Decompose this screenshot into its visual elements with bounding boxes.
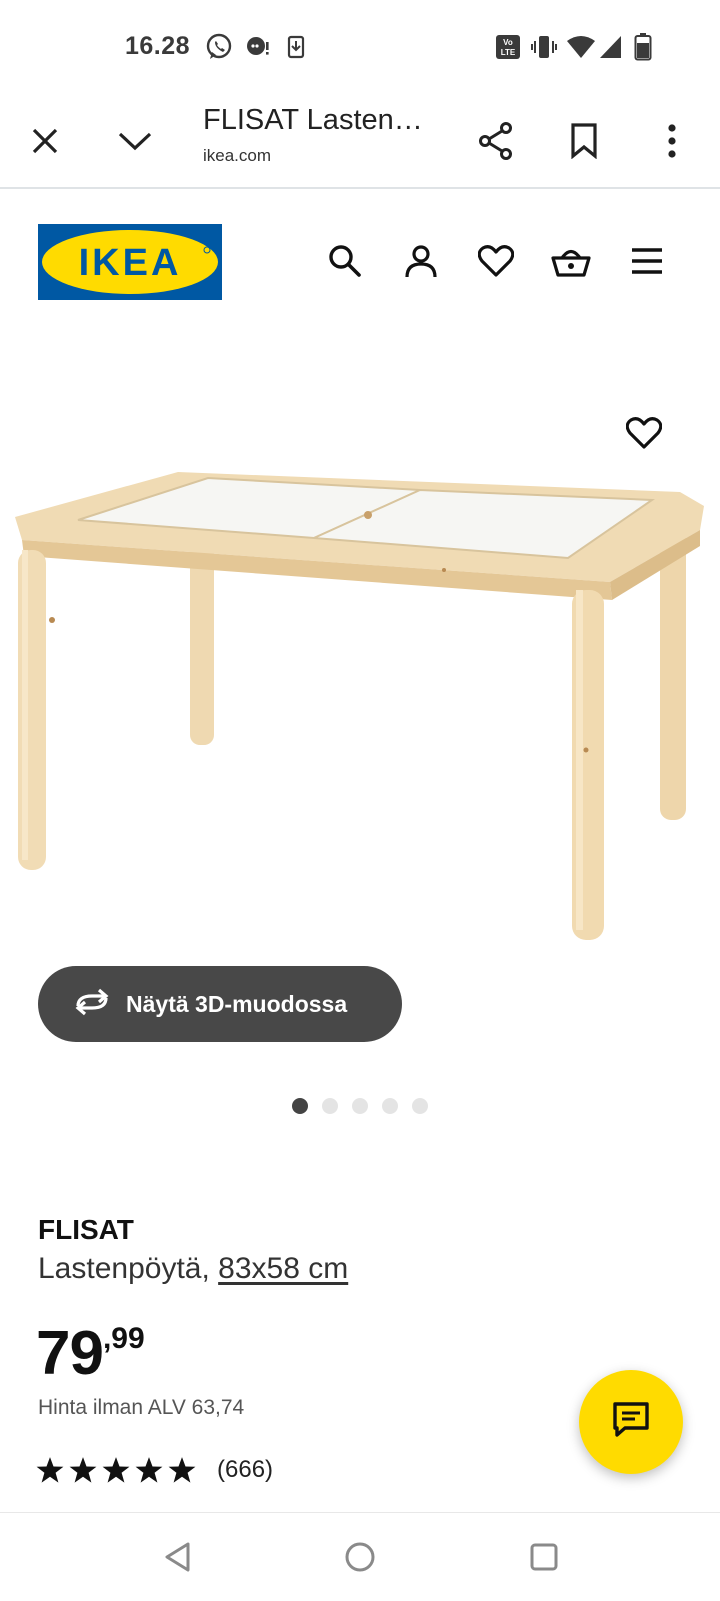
browser-toolbar: FLISAT Lasten… ikea.com (0, 94, 720, 189)
carousel-dots (0, 1098, 720, 1118)
carousel-dot[interactable] (322, 1098, 338, 1114)
product-name: FLISAT (38, 1214, 134, 1245)
star-icon (69, 1457, 97, 1483)
star-icon (168, 1457, 196, 1483)
status-bar: 16.28 Vo LTE (0, 0, 720, 94)
svg-text:IKEA: IKEA (79, 242, 182, 284)
product-type: Lastenpöytä, (38, 1252, 219, 1285)
bookmark-icon[interactable] (552, 94, 616, 187)
status-time: 16.28 (125, 32, 191, 60)
product-description: Lastenpöytä, 83x58 cm (38, 1252, 348, 1286)
star-icon (102, 1457, 130, 1483)
view-3d-button[interactable]: Näytä 3D-muodossa (38, 966, 402, 1042)
wishlist-heart-icon[interactable] (619, 408, 669, 458)
battery-icon (632, 32, 654, 62)
chevron-down-icon[interactable] (103, 94, 167, 187)
search-icon[interactable] (320, 236, 370, 286)
product-image[interactable] (0, 390, 720, 990)
menu-icon[interactable] (622, 236, 672, 286)
signal-icon (598, 32, 624, 62)
basket-icon[interactable] (546, 236, 596, 286)
product-size-link[interactable]: 83x58 cm (218, 1252, 348, 1285)
system-nav-bar (0, 1512, 720, 1601)
heart-icon[interactable] (471, 236, 521, 286)
ikea-logo[interactable]: IKEA (38, 224, 222, 300)
svg-text:Vo: Vo (503, 38, 513, 47)
page-url[interactable]: ikea.com (203, 146, 271, 166)
chat-bubble-icon (242, 32, 272, 62)
more-vert-icon[interactable] (640, 94, 704, 187)
download-icon (284, 32, 308, 62)
carousel-dot[interactable] (412, 1098, 428, 1114)
tab-title[interactable]: FLISAT Lasten… (203, 104, 423, 137)
svg-text:LTE: LTE (501, 48, 516, 57)
home-icon[interactable] (330, 1527, 390, 1587)
volte-icon: Vo LTE (494, 32, 522, 62)
back-icon[interactable] (148, 1527, 208, 1587)
wifi-icon (566, 32, 596, 62)
chat-icon (611, 1401, 651, 1444)
review-count: (666) (217, 1456, 274, 1483)
chat-button[interactable] (579, 1370, 683, 1474)
product-rating[interactable]: (666) (36, 1456, 273, 1484)
close-icon[interactable] (13, 94, 77, 187)
price-without-vat: Hinta ilman ALV 63,74 (38, 1396, 245, 1419)
recents-icon[interactable] (514, 1527, 574, 1587)
star-icon (135, 1457, 163, 1483)
carousel-dot[interactable] (382, 1098, 398, 1114)
carousel-dot[interactable] (352, 1098, 368, 1114)
carousel-dot[interactable] (292, 1098, 308, 1114)
vibrate-icon (530, 32, 558, 62)
share-icon[interactable] (464, 94, 528, 187)
rotate-3d-icon (72, 988, 112, 1021)
whatsapp-icon (204, 32, 234, 62)
price-decimal: ,99 (102, 1322, 145, 1355)
star-icon (36, 1457, 64, 1483)
price-integer: 79 (36, 1319, 104, 1388)
product-price: 79,99 (36, 1318, 145, 1389)
view-3d-label: Näytä 3D-muodossa (126, 990, 348, 1017)
profile-icon[interactable] (396, 236, 446, 286)
